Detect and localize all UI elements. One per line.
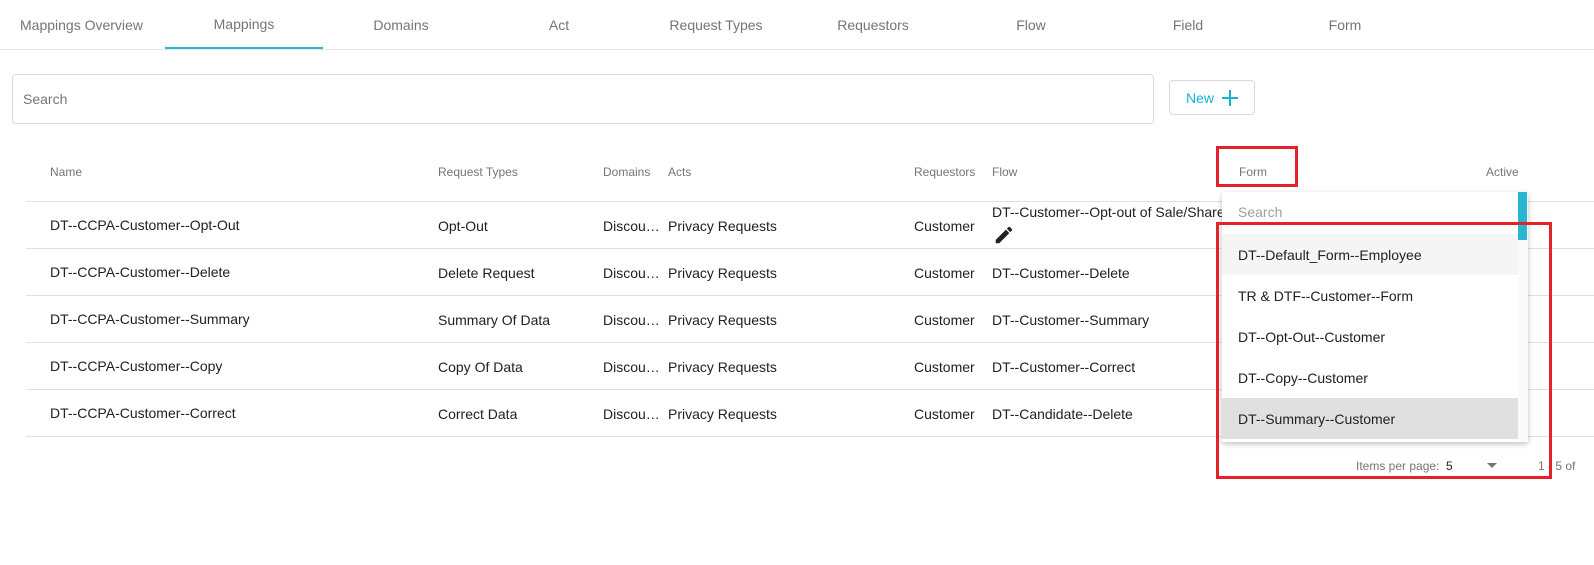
tab-mappings-overview[interactable]: Mappings Overview (0, 0, 158, 50)
cell-name: DT--CCPA-Customer--Summary (50, 311, 250, 327)
column-header-form[interactable]: Form (1239, 165, 1267, 179)
new-button-label: New (1185, 89, 1214, 106)
column-header-request-types[interactable]: Request Types (438, 165, 518, 179)
dropdown-option[interactable]: DT--Default_Form--Employee (1222, 234, 1518, 275)
cell-name: DT--CCPA-Customer--Correct (50, 405, 236, 421)
cell-domain: Discount Tire (603, 218, 665, 234)
edit-icon[interactable] (993, 224, 1015, 246)
pagination-range: 1 - 5 of (1538, 459, 1576, 473)
cell-requestor: Customer (914, 406, 975, 422)
tab-flow[interactable]: Flow (952, 0, 1110, 50)
form-dropdown-panel: Search DT--Default_Form--Employee TR & D… (1222, 192, 1528, 442)
dropdown-scrollbar-thumb[interactable] (1518, 192, 1527, 240)
cell-request-type: Copy Of Data (438, 359, 523, 375)
column-header-name[interactable]: Name (50, 165, 82, 179)
cell-request-type: Delete Request (438, 265, 535, 281)
tab-form[interactable]: Form (1266, 0, 1424, 50)
cell-requestor: Customer (914, 359, 975, 375)
dropdown-option-highlighted[interactable]: DT--Summary--Customer (1222, 398, 1518, 439)
plus-icon (1222, 89, 1238, 106)
cell-name: DT--CCPA-Customer--Opt-Out (50, 217, 240, 233)
cell-request-type: Summary Of Data (438, 312, 551, 328)
cell-domain: Discount Tire (603, 312, 665, 328)
search-input[interactable] (13, 75, 1153, 123)
new-button[interactable]: New (1169, 80, 1255, 115)
cell-act: Privacy Requests (668, 218, 777, 234)
cell-flow: DT--Customer--Opt-out of Sale/Share (992, 204, 1225, 220)
cell-act: Privacy Requests (668, 312, 777, 328)
cell-name: DT--CCPA-Customer--Copy (50, 358, 223, 374)
cell-domain: Discount Tire (603, 359, 665, 375)
dropdown-option[interactable]: TR & DTF--Customer--Form (1222, 275, 1518, 316)
tab-domains[interactable]: Domains (322, 0, 480, 50)
dropdown-option[interactable]: DT--Copy--Customer (1222, 357, 1518, 398)
column-header-requestors[interactable]: Requestors (914, 165, 975, 179)
column-header-active[interactable]: Active (1486, 165, 1519, 179)
column-header-flow[interactable]: Flow (992, 165, 1017, 179)
cell-flow: DT--Customer--Correct (992, 359, 1136, 375)
tab-requestors[interactable]: Requestors (794, 0, 952, 50)
chevron-down-icon[interactable] (1487, 463, 1497, 468)
items-per-page-label: Items per page: (1356, 459, 1440, 473)
column-header-domains[interactable]: Domains (603, 165, 650, 179)
cell-requestor: Customer (914, 218, 975, 234)
cell-requestor: Customer (914, 312, 975, 328)
cell-domain: Discount Tire (603, 406, 665, 422)
cell-act: Privacy Requests (668, 265, 777, 281)
cell-requestor: Customer (914, 265, 975, 281)
items-per-page-select[interactable]: 5 (1446, 459, 1453, 473)
cell-name: DT--CCPA-Customer--Delete (50, 264, 231, 280)
tab-request-types[interactable]: Request Types (637, 0, 795, 50)
cell-act: Privacy Requests (668, 359, 777, 375)
tab-bar: Mappings Overview Mappings Domains Act R… (0, 0, 1594, 50)
cell-flow: DT--Candidate--Delete (992, 406, 1133, 422)
cell-domain: Discount Tire (603, 265, 665, 281)
tab-act[interactable]: Act (480, 0, 638, 50)
cell-flow: DT--Customer--Summary (992, 312, 1150, 328)
dropdown-option[interactable]: DT--Opt-Out--Customer (1222, 316, 1518, 357)
tab-mappings[interactable]: Mappings (165, 0, 323, 49)
tab-field[interactable]: Field (1109, 0, 1267, 50)
cell-request-type: Correct Data (438, 406, 518, 422)
search-field (12, 74, 1154, 124)
cell-request-type: Opt-Out (438, 218, 488, 234)
dropdown-search-input[interactable]: Search (1238, 204, 1282, 220)
column-header-acts[interactable]: Acts (668, 165, 691, 179)
cell-act: Privacy Requests (668, 406, 777, 422)
cell-flow: DT--Customer--Delete (992, 265, 1130, 281)
